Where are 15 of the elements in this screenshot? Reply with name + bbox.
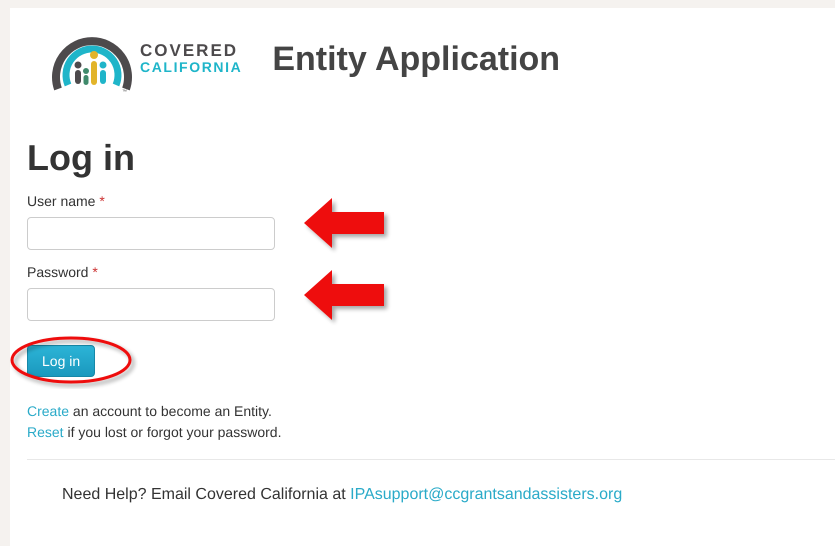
help-line: Create an account to become an Entity. [27, 403, 273, 419]
text-link[interactable]: Reset [27, 424, 64, 440]
text-link[interactable]: Create [27, 403, 70, 419]
login-button[interactable]: Log in [27, 345, 96, 377]
logo-wordmark: COVERED [140, 42, 240, 59]
help-line: Need Help? Email Covered California at IPAsupport@ccgrantsandassisters.org [62, 486, 624, 504]
login-heading: Log in [27, 138, 136, 178]
field-label: Password * [27, 264, 99, 280]
field-label: User name * [27, 193, 106, 209]
input-field[interactable] [27, 288, 275, 321]
logo-wordmark: CALIFORNIA [140, 59, 242, 76]
help-line: Reset if you lost or forgot your password. [27, 424, 282, 440]
input-field[interactable] [27, 217, 275, 250]
email-link[interactable]: IPAsupport@ccgrantsandassisters.org [350, 486, 622, 503]
page-title: Entity Application [272, 40, 560, 78]
